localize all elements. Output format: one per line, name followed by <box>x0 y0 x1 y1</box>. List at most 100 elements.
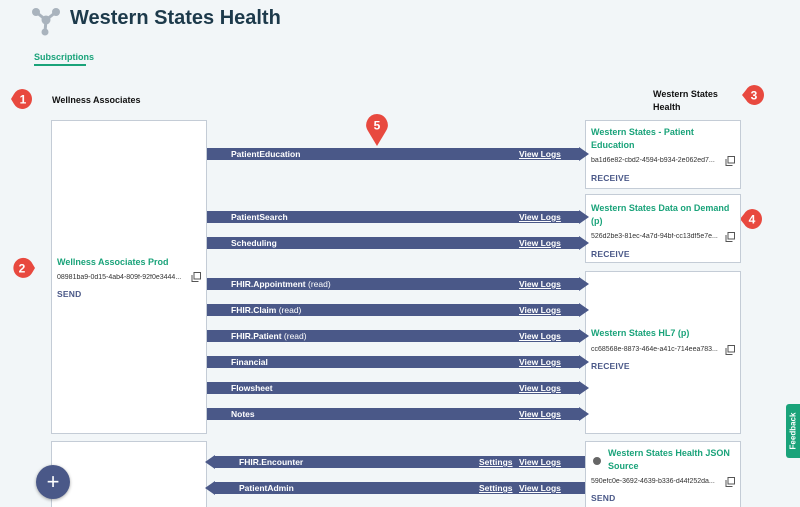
direction-label: RECEIVE <box>591 361 630 371</box>
subscription-arrow-fhir-patient: FHIR.Patient (read) View Logs <box>207 329 591 343</box>
arrow-label: FHIR.Appointment (read) <box>231 278 331 290</box>
left-org-label: Wellness Associates <box>52 95 141 105</box>
arrow-head <box>579 147 589 161</box>
subscription-arrow-notes: Notes View Logs <box>207 407 591 421</box>
badge-1-text: 1 <box>20 93 27 107</box>
arrow-label: FHIR.Claim (read) <box>231 304 301 316</box>
view-logs-link[interactable]: View Logs <box>519 330 561 342</box>
arrow-head <box>579 236 589 250</box>
arrow-label: PatientAdmin <box>239 483 294 493</box>
copy-icon[interactable] <box>191 272 201 282</box>
view-logs-link[interactable]: View Logs <box>519 278 561 290</box>
arrow-label-suffix: (read) <box>283 331 307 341</box>
plus-icon: + <box>46 469 60 494</box>
endpoint-card-data-on-demand[interactable]: Western States Data on Demand (p) 526d2b… <box>585 194 741 263</box>
subscription-arrow-patient-education: PatientEducation View Logs <box>207 147 591 161</box>
view-logs-link[interactable]: View Logs <box>519 382 561 394</box>
settings-link[interactable]: Settings <box>479 482 513 494</box>
view-logs-link[interactable]: View Logs <box>519 356 561 368</box>
view-logs-link[interactable]: View Logs <box>519 408 561 420</box>
endpoint-name-line2: (p) <box>591 216 603 226</box>
endpoint-name-line1: Western States Health JSON <box>608 448 730 458</box>
endpoint-name-line2: Source <box>608 461 639 471</box>
arrow-label: PatientSearch <box>231 212 288 222</box>
endpoint-card-hl7[interactable]: Western States HL7 (p) cc68568e-8873-464… <box>585 271 741 434</box>
endpoint-name: Western States Health JSON Source <box>608 447 730 473</box>
tab-subscriptions[interactable]: Subscriptions <box>34 52 94 62</box>
subscription-arrow-fhir-appointment: FHIR.Appointment (read) View Logs <box>207 277 591 291</box>
callout-badge-5: 5 <box>366 114 388 146</box>
status-dot-icon <box>593 457 601 465</box>
feedback-tab[interactable]: Feedback <box>786 404 800 458</box>
view-logs-link[interactable]: View Logs <box>519 482 561 494</box>
callout-badge-3: 3 <box>742 85 764 105</box>
subscription-arrow-patient-admin: PatientAdmin Settings View Logs <box>205 481 585 495</box>
endpoint-name-line1: Western States - Patient <box>591 127 694 137</box>
arrow-label-name: FHIR.Appointment <box>231 279 306 289</box>
direction-label: SEND <box>591 493 616 503</box>
endpoint-id: cc68568e-8873-464e-a41c-714eea783... <box>591 346 718 353</box>
arrow-head <box>579 210 589 224</box>
endpoint-name: Western States - Patient Education <box>591 126 694 152</box>
arrow-label-name: FHIR.Patient <box>231 331 282 341</box>
view-logs-link[interactable]: View Logs <box>519 148 561 160</box>
endpoint-name: Wellness Associates Prod <box>57 257 169 267</box>
arrow-label: Flowsheet <box>231 383 273 393</box>
settings-link[interactable]: Settings <box>479 456 513 468</box>
right-org-label: Western States Health <box>653 88 718 114</box>
arrow-head <box>579 277 589 291</box>
arrow-label-suffix: (read) <box>307 279 331 289</box>
copy-icon[interactable] <box>725 345 735 355</box>
subscription-arrow-flowsheet: Flowsheet View Logs <box>207 381 591 395</box>
subscription-arrow-financial: Financial View Logs <box>207 355 591 369</box>
callout-badge-2: 2 <box>13 257 35 278</box>
endpoint-id: ba1d6e82-cbd2-4594-b934-2e062ed7... <box>591 157 715 164</box>
subscription-arrow-fhir-claim: FHIR.Claim (read) View Logs <box>207 303 591 317</box>
arrow-label: FHIR.Encounter <box>239 457 304 467</box>
endpoint-id: 590efc0e-3692-4639-b336-d44f252da... <box>591 478 715 485</box>
copy-icon[interactable] <box>725 232 735 242</box>
arrow-label: PatientEducation <box>231 149 301 159</box>
endpoint-card-patient-education[interactable]: Western States - Patient Education ba1d6… <box>585 120 741 189</box>
endpoint-id: 08981ba9-0d15-4ab4-809f-92f0e3444... <box>57 274 182 281</box>
arrow-label: Notes <box>231 409 255 419</box>
direction-label: SEND <box>57 289 82 299</box>
badge-2-text: 2 <box>19 262 26 276</box>
right-org-label-line1: Western States <box>653 89 718 99</box>
badge-4-text: 4 <box>749 213 756 227</box>
arrow-head <box>579 407 589 421</box>
endpoint-card-wa-second[interactable] <box>51 441 207 507</box>
arrow-label: Scheduling <box>231 238 277 248</box>
copy-icon[interactable] <box>725 156 735 166</box>
view-logs-link[interactable]: View Logs <box>519 456 561 468</box>
endpoint-id: 526d2be3-81ec-4a7d-94bf-cc13df5e7e... <box>591 233 718 240</box>
right-org-label-line2: Health <box>653 102 681 112</box>
view-logs-link[interactable]: View Logs <box>519 237 561 249</box>
endpoint-card-json-source[interactable]: Western States Health JSON Source 590efc… <box>585 441 741 507</box>
arrow-head <box>579 329 589 343</box>
badge-5-text: 5 <box>374 119 381 133</box>
arrow-label-suffix: (read) <box>278 305 302 315</box>
subscription-arrow-fhir-encounter: FHIR.Encounter Settings View Logs <box>205 455 585 469</box>
endpoint-name: Western States HL7 (p) <box>591 328 690 338</box>
add-subscription-button[interactable]: + <box>36 465 70 499</box>
arrow-head <box>579 381 589 395</box>
view-logs-link[interactable]: View Logs <box>519 304 561 316</box>
copy-icon[interactable] <box>725 477 735 487</box>
callout-badge-1: 1 <box>11 89 32 109</box>
subscription-arrow-scheduling: Scheduling View Logs <box>207 236 591 250</box>
subscription-arrow-patient-search: PatientSearch View Logs <box>207 210 591 224</box>
callout-badge-4: 4 <box>740 209 762 229</box>
page-title: Western States Health <box>70 7 281 29</box>
view-logs-link[interactable]: View Logs <box>519 211 561 223</box>
arrow-label-name: FHIR.Claim <box>231 305 277 315</box>
endpoint-name: Western States Data on Demand (p) <box>591 202 729 228</box>
arrow-head <box>205 481 215 495</box>
endpoint-card-wa-prod[interactable]: Wellness Associates Prod 08981ba9-0d15-4… <box>51 120 207 434</box>
direction-label: RECEIVE <box>591 249 630 259</box>
arrow-head <box>205 455 215 469</box>
arrow-head <box>579 303 589 317</box>
arrow-label: Financial <box>231 357 268 367</box>
direction-label: RECEIVE <box>591 173 630 183</box>
endpoint-name-line1: Western States Data on Demand <box>591 203 730 213</box>
